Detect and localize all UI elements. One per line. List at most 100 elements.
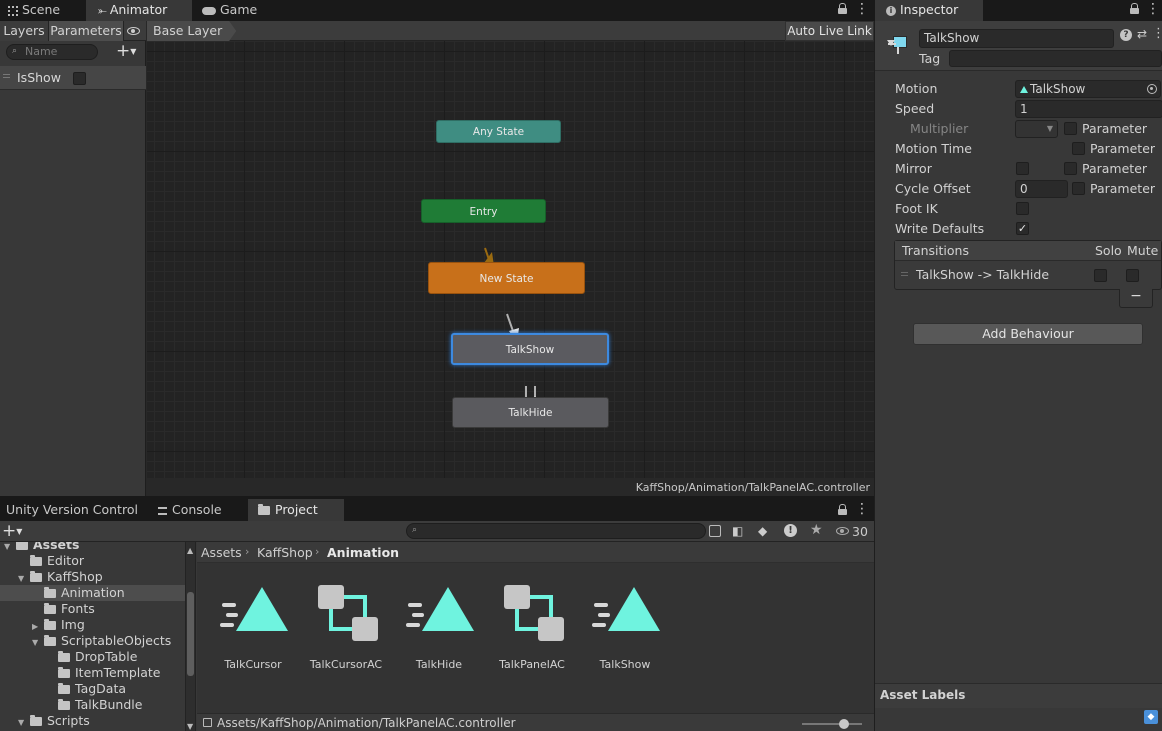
- lock-icon[interactable]: [837, 3, 848, 15]
- parameter-row[interactable]: IsShow: [0, 66, 146, 90]
- mirror-parameter-checkbox[interactable]: [1064, 162, 1077, 175]
- folder-icon: [44, 603, 56, 614]
- project-breadcrumb: Assets › KaffShop › Animation: [197, 542, 874, 563]
- tab-parameters[interactable]: Parameters: [49, 21, 124, 41]
- remove-transition-button[interactable]: −: [1119, 289, 1153, 308]
- tree-item[interactable]: ▼ Scripts: [0, 713, 185, 729]
- project-status-bar: Assets/KaffShop/Animation/TalkPanelAC.co…: [197, 713, 874, 731]
- label-tag-icon[interactable]: ◆: [1144, 710, 1158, 724]
- motion-object-field[interactable]: TalkShow: [1015, 80, 1161, 98]
- tab-layers[interactable]: Layers: [0, 21, 49, 41]
- inspector-kebab-icon[interactable]: ⋮: [1146, 2, 1160, 18]
- add-parameter-button[interactable]: +▼: [116, 42, 144, 60]
- tab-console[interactable]: Console: [152, 499, 242, 521]
- visibility-count: 30: [852, 524, 868, 539]
- asset-grid: TalkCursor TalkCursorAC TalkHide TalkPanelA…: [197, 563, 874, 713]
- project-window: +▼ ⌕ ◧ ◆ ! ★ 30 ▼ Assets Editor ▼ KaffShop An…: [0, 521, 874, 731]
- tab-scene[interactable]: Scene: [0, 0, 86, 21]
- expanded-arrow-icon[interactable]: ▼: [18, 715, 30, 731]
- tree-scrollbar[interactable]: ▲ ▼: [185, 542, 196, 731]
- state-machine-graph[interactable]: Any State Entry New State TalkShow TalkH…: [147, 41, 874, 478]
- multiplier-dropdown[interactable]: ▼: [1015, 120, 1058, 138]
- gamepad-icon: [202, 6, 216, 15]
- tree-item[interactable]: ItemTemplate: [0, 665, 185, 681]
- speed-field[interactable]: 1: [1015, 100, 1162, 118]
- breadcrumb-animation[interactable]: Animation: [327, 545, 399, 560]
- tab-game[interactable]: Game: [196, 0, 276, 21]
- parameters-sidebar: Layers Parameters ⌕ Name +▼ IsShow: [0, 21, 146, 496]
- scroll-up-arrow-icon[interactable]: ▲: [187, 546, 193, 555]
- tree-item[interactable]: DropTable: [0, 649, 185, 665]
- visibility-eye-icon[interactable]: [836, 527, 849, 535]
- tree-item[interactable]: ▶ Img: [0, 617, 185, 633]
- eye-icon[interactable]: [127, 27, 140, 35]
- project-search-input[interactable]: ⌕: [406, 523, 706, 539]
- tree-item[interactable]: ▼ KaffShop: [0, 569, 185, 585]
- state-name-field[interactable]: TalkShow: [919, 29, 1114, 48]
- auto-live-link-button[interactable]: Auto Live Link: [785, 21, 874, 41]
- asset-tile[interactable]: TalkCursorAC: [301, 563, 391, 683]
- tree-item[interactable]: TagData: [0, 681, 185, 697]
- tree-item[interactable]: Fonts: [0, 601, 185, 617]
- node-talk-hide[interactable]: TalkHide: [452, 397, 609, 428]
- scroll-down-arrow-icon[interactable]: ▼: [187, 722, 193, 731]
- filter-by-label-icon[interactable]: ◆: [758, 524, 767, 538]
- warning-filter-icon[interactable]: !: [784, 524, 797, 537]
- project-lock-icon[interactable]: [837, 504, 848, 516]
- breadcrumb-kaffshop[interactable]: KaffShop: [257, 545, 313, 560]
- tab-animator[interactable]: ⤜ Animator: [86, 0, 192, 21]
- motion-time-parameter-checkbox[interactable]: [1072, 142, 1085, 155]
- tag-field[interactable]: [949, 50, 1162, 67]
- header-kebab-icon[interactable]: ⋮: [1152, 26, 1162, 41]
- tree-item[interactable]: Editor: [0, 553, 185, 569]
- object-picker-icon[interactable]: [1147, 84, 1157, 94]
- tree-item[interactable]: TalkBundle: [0, 697, 185, 713]
- slider-thumb[interactable]: [839, 719, 849, 729]
- icon-size-slider[interactable]: [802, 719, 862, 729]
- help-icon[interactable]: ?: [1120, 29, 1132, 41]
- node-any-state[interactable]: Any State: [436, 120, 561, 143]
- cycle-offset-field[interactable]: 0: [1015, 180, 1068, 198]
- multiplier-parameter-checkbox[interactable]: [1064, 122, 1077, 135]
- favorites-star-icon[interactable]: ★: [810, 522, 823, 538]
- tab-unity-version-control[interactable]: Unity Version Control: [0, 499, 150, 521]
- asset-tile[interactable]: TalkHide: [394, 563, 484, 683]
- tree-item[interactable]: ▼ Assets: [0, 542, 185, 553]
- scroll-thumb[interactable]: [187, 592, 194, 676]
- transition-mute-checkbox[interactable]: [1126, 269, 1139, 282]
- transition-row[interactable]: TalkShow -> TalkHide: [895, 262, 1161, 289]
- search-by-type-icon[interactable]: [709, 525, 721, 537]
- parameter-search-input[interactable]: ⌕ Name: [6, 44, 98, 60]
- project-kebab-icon[interactable]: ⋮: [855, 502, 869, 518]
- foot-ik-label: Foot IK: [895, 201, 938, 216]
- node-new-state[interactable]: New State: [428, 262, 585, 294]
- drag-handle-icon[interactable]: [3, 74, 10, 78]
- transition-solo-checkbox[interactable]: [1094, 269, 1107, 282]
- filter-by-type-icon[interactable]: ◧: [732, 524, 743, 538]
- folder-icon: [58, 683, 70, 694]
- parameter-name[interactable]: IsShow: [17, 70, 61, 85]
- cycle-offset-parameter-checkbox[interactable]: [1072, 182, 1085, 195]
- parameter-bool-checkbox[interactable]: [73, 72, 86, 85]
- asset-tile[interactable]: TalkPanelAC: [487, 563, 577, 683]
- tree-item[interactable]: ▼ ScriptableObjects: [0, 633, 185, 649]
- tree-item[interactable]: Animation: [0, 585, 185, 601]
- asset-tile[interactable]: TalkCursor: [208, 563, 298, 683]
- write-defaults-checkbox[interactable]: ✓: [1016, 222, 1029, 235]
- drag-handle-icon[interactable]: [901, 272, 908, 276]
- foot-ik-checkbox[interactable]: [1016, 202, 1029, 215]
- preset-icon[interactable]: ⇄: [1137, 27, 1147, 41]
- node-talk-show[interactable]: TalkShow: [451, 333, 609, 365]
- tab-inspector[interactable]: i Inspector: [875, 0, 983, 21]
- asset-tile[interactable]: TalkShow: [580, 563, 670, 683]
- kebab-menu-icon[interactable]: ⋮: [855, 2, 869, 18]
- info-icon: i: [886, 5, 896, 16]
- create-button[interactable]: +▼: [2, 522, 30, 540]
- breadcrumb-base-layer[interactable]: Base Layer: [147, 21, 237, 41]
- breadcrumb-assets[interactable]: Assets: [201, 545, 242, 560]
- add-behaviour-button[interactable]: Add Behaviour: [913, 323, 1143, 345]
- inspector-lock-icon[interactable]: [1129, 3, 1140, 15]
- node-entry[interactable]: Entry: [421, 199, 546, 223]
- mirror-checkbox[interactable]: [1016, 162, 1029, 175]
- tab-project[interactable]: Project: [248, 499, 344, 521]
